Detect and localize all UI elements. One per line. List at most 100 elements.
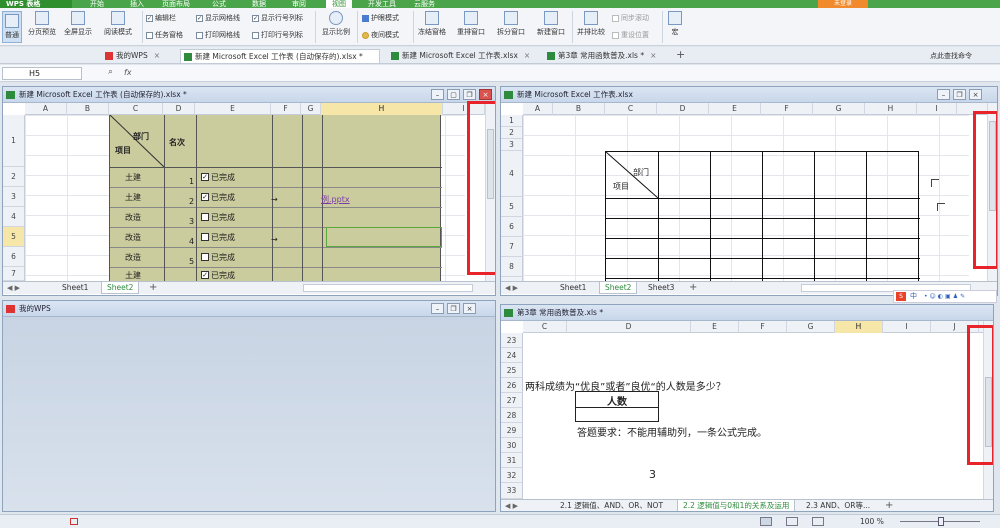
sheet-nav-icon[interactable]: ◀ ▶ <box>7 282 20 294</box>
add-tab-button[interactable]: + <box>676 48 685 61</box>
status-checkbox[interactable]: 已完成 <box>201 232 235 243</box>
page-layout-icon[interactable] <box>786 517 798 526</box>
row-header: 1 2 3 4 5 6 7 <box>3 115 25 281</box>
sync-scroll-button[interactable]: 同步滚动 <box>612 13 649 23</box>
sheet-tab-2-1[interactable]: 2.1 逻辑值、AND、OR、NOT <box>555 500 668 511</box>
sheet-tab-sheet2[interactable]: Sheet2 <box>101 282 140 294</box>
doc-tab-autosaved[interactable]: 新建 Microsoft Excel 工作表 (自动保存的).xlsx * <box>180 49 380 63</box>
sheet-nav-icon[interactable]: ◀ ▶ <box>505 282 518 294</box>
arrange-window-button[interactable]: 重排窗口 <box>452 11 490 37</box>
login-button[interactable]: 未登录 <box>818 0 868 8</box>
close-icon[interactable]: × <box>650 51 656 60</box>
add-sheet-button[interactable]: + <box>885 500 893 511</box>
doc-tab-chapter3[interactable]: 第3章 常用函数普及.xls * × <box>544 49 670 63</box>
restore-button[interactable]: ❐ <box>953 89 966 100</box>
restore-button[interactable]: ❐ <box>447 303 460 314</box>
show-gridlines-checkbox[interactable]: ✓ 显示网格线 <box>196 13 240 23</box>
close-button[interactable]: × <box>969 89 982 100</box>
command-search[interactable]: 点此查找命令 <box>930 51 972 61</box>
eye-protection-button[interactable]: 护眼模式 <box>362 13 399 23</box>
menu-page-layout[interactable]: 页面布局 <box>162 0 190 8</box>
sheet-tab-2-2[interactable]: 2.2 逻辑值与0和1的关系及运用 <box>677 500 796 511</box>
new-window-button[interactable]: 新建窗口 <box>532 11 570 37</box>
arrow-shape[interactable]: → <box>271 195 278 204</box>
status-checkbox[interactable]: 已完成 <box>201 212 235 223</box>
window-title-bar[interactable]: 新建 Microsoft Excel 工作表 (自动保存的).xlsx * <box>3 87 495 103</box>
minimize-button[interactable]: – <box>431 303 444 314</box>
requirement-text[interactable]: 答题要求：不能用辅助列，一条公式完成。 <box>577 424 767 439</box>
menu-review[interactable]: 审阅 <box>292 0 306 8</box>
hyperlink[interactable]: 例.pptx <box>321 194 350 205</box>
close-button[interactable]: × <box>479 89 492 100</box>
menu-formula[interactable]: 公式 <box>212 0 226 8</box>
checkbox-control[interactable] <box>931 179 939 187</box>
sheet-tab-sheet2[interactable]: Sheet2 <box>599 282 638 294</box>
reset-position-button[interactable]: 重设位置 <box>612 30 649 40</box>
selected-cell-h5[interactable] <box>326 227 442 247</box>
normal-view-button[interactable]: 普通 <box>2 11 22 43</box>
task-pane-checkbox[interactable]: 任务窗格 <box>146 30 183 40</box>
arrow-shape[interactable]: → <box>271 235 278 244</box>
normal-view-icon[interactable] <box>760 517 772 526</box>
sheet-tab-sheet3[interactable]: Sheet3 <box>643 282 679 294</box>
freeze-icon <box>425 11 439 25</box>
doc-tab-excel[interactable]: 新建 Microsoft Excel 工作表.xlsx × <box>388 49 540 63</box>
edit-bar-checkbox[interactable]: ✓ 编辑栏 <box>146 13 176 23</box>
window-excel[interactable]: 新建 Microsoft Excel 工作表.xlsx – ❐ × A B C … <box>500 86 998 296</box>
checkbox-control[interactable] <box>937 203 945 211</box>
page-break-preview-button[interactable]: 分页预览 <box>26 11 58 37</box>
maximize-button[interactable]: ▢ <box>447 89 460 100</box>
macro-button[interactable]: 宏 <box>664 11 686 37</box>
status-checkbox[interactable]: ✓ 已完成 <box>201 172 235 183</box>
print-row-col-headers-checkbox[interactable]: 打印行号列标 <box>252 30 303 40</box>
zoom-button[interactable]: 显示比例 <box>318 11 354 37</box>
freeze-panes-button[interactable]: 冻结窗格 <box>414 11 450 37</box>
window-my-wps[interactable]: 我的WPS – ❐ × <box>2 300 496 512</box>
night-mode-button[interactable]: 夜间模式 <box>362 30 399 40</box>
menu-data[interactable]: 数据 <box>252 0 266 8</box>
number-text[interactable]: 3 <box>649 468 656 481</box>
add-sheet-button[interactable]: + <box>689 282 697 294</box>
status-checkbox[interactable]: ✓ 已完成 <box>201 192 235 203</box>
restore-button[interactable]: ❐ <box>463 89 476 100</box>
menu-view[interactable]: 视图 <box>326 0 352 8</box>
show-row-col-headers-checkbox[interactable]: ✓ 显示行号列标 <box>252 13 303 23</box>
fx-button[interactable]: fx <box>124 68 132 77</box>
menu-insert[interactable]: 插入 <box>130 0 144 8</box>
window-chapter3[interactable]: 第3章 常用函数普及.xls * C D E F G H I J 23 24 2… <box>500 304 994 512</box>
window-autosaved[interactable]: 新建 Microsoft Excel 工作表 (自动保存的).xlsx * – … <box>2 86 496 296</box>
window-title-bar[interactable]: 新建 Microsoft Excel 工作表.xlsx <box>501 87 997 103</box>
app-menu[interactable]: WPS 表格 <box>0 0 72 8</box>
doc-tab-my-wps[interactable]: 我的WPS × <box>102 49 174 63</box>
record-macro-icon[interactable] <box>70 518 78 525</box>
horizontal-scrollbar[interactable] <box>303 284 473 292</box>
minimize-button[interactable]: – <box>937 89 950 100</box>
zoom-slider-handle[interactable] <box>938 517 944 526</box>
close-icon[interactable]: × <box>154 51 160 60</box>
status-checkbox[interactable]: ✓ 已完成 <box>201 270 235 281</box>
sheet-tab-2-3[interactable]: 2.3 AND、OR等... <box>801 500 875 511</box>
page-break-icon[interactable] <box>812 517 824 526</box>
window-title-bar[interactable]: 第3章 常用函数普及.xls * <box>501 305 993 321</box>
zoom-level[interactable]: 100 % <box>860 515 884 528</box>
magnifier-icon[interactable]: ⌕ <box>108 67 113 77</box>
print-gridlines-checkbox[interactable]: 打印网格线 <box>196 30 240 40</box>
sheet-tab-sheet1[interactable]: Sheet1 <box>555 282 591 294</box>
sheet-nav-icon[interactable]: ◀ ▶ <box>505 500 518 511</box>
ime-toolbar[interactable]: S 中 •☺◐▣♟✎ <box>893 290 997 303</box>
window-title-bar[interactable]: 我的WPS <box>3 301 495 317</box>
side-by-side-button[interactable]: 并排比较 <box>574 11 608 37</box>
menu-home[interactable]: 开始 <box>90 0 104 8</box>
sheet-tab-sheet1[interactable]: Sheet1 <box>57 282 93 294</box>
add-sheet-button[interactable]: + <box>149 282 157 294</box>
name-box[interactable]: H5 <box>2 67 82 80</box>
reading-mode-button[interactable]: 阅读模式 <box>98 11 138 37</box>
menu-cloud[interactable]: 云服务 <box>414 0 435 8</box>
status-checkbox[interactable]: 已完成 <box>201 252 235 263</box>
menu-developer[interactable]: 开发工具 <box>368 0 396 8</box>
minimize-button[interactable]: – <box>431 89 444 100</box>
close-icon[interactable]: × <box>524 51 530 60</box>
split-window-button[interactable]: 拆分窗口 <box>492 11 530 37</box>
full-screen-button[interactable]: 全屏显示 <box>60 11 96 37</box>
close-button[interactable]: × <box>463 303 476 314</box>
